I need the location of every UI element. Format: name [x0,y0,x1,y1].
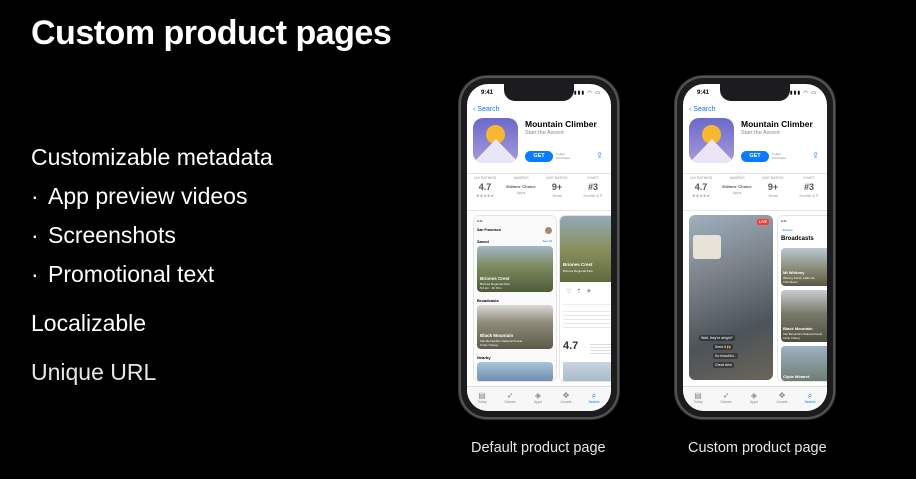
video-thumbnail [693,235,721,259]
back-button[interactable]: ‹ Search [473,106,499,113]
ratings-row: 41K RATINGS 4.7 ★★★★★ AWARDS Editors' Ch… [683,173,827,211]
rating-col: AWARDS Editors' Choice Apps [722,176,752,195]
rating-col: CHART #3 Health & F [799,176,819,198]
bullet-item: Unique URL [31,359,157,385]
bullet-item: · Promotional text [31,261,215,287]
app-store-screen: 9:41 ▮▮▮ ◠ ▭ ‹ Search Mountain Climber S… [467,84,611,411]
search-icon: ⌕ [591,391,597,400]
tab-search[interactable]: ⌕ Search [580,391,608,404]
app-name: Mountain Climber [525,119,597,129]
rating-col: AWARDS Editors' Choice Apps [506,176,536,195]
app-icon [689,118,734,163]
bullet-item: Localizable [31,310,147,336]
status-icons: ▮▮▮ ◠ ▭ [789,90,817,96]
joystick-icon: ✥ [562,391,570,400]
broadcast-card[interactable]: Black Mountain San Bernardino National F… [781,290,827,342]
phone-custom-product-page: 9:41 ▮▮▮ ◠ ▭ ‹ Search Mountain Climber S… [675,76,835,419]
tab-games[interactable]: ➶ Games [712,391,740,404]
app-subtitle: Start the Ascent [525,130,564,136]
status-icons: ▮▮▮ ◠ ▭ [573,90,601,96]
get-button[interactable]: GET [525,151,553,162]
caption-custom-product-page: Custom product page [688,440,827,456]
back-button[interactable]: ‹ Search [689,106,715,113]
screenshot-2: Briones Crest Briones Regional Park ♡ ⇡ … [559,215,611,382]
live-badge: LIVE [757,219,769,225]
app-store-screen: 9:41 ▮▮▮ ◠ ▭ ‹ Search Mountain Climber S… [683,84,827,411]
share-icon[interactable]: ⇪ [812,151,819,160]
layers-icon: ◈ [534,391,542,400]
bullet-item: · Screenshots [31,222,176,248]
screenshot-broadcasts: 9:41 ‹ Browse Broadcasts Mt Whitney Whit… [777,215,827,382]
mountain-icon [689,139,734,163]
screenshot-1: 9:41 San Francisco Saved See All Briones… [473,215,557,382]
get-button[interactable]: GET [741,151,769,162]
bullet-item: Customizable metadata [31,144,273,170]
app-preview-video[interactable]: LIVE Wait, they're alright? Send it 🙌 So… [689,215,773,380]
in-app-purchases-label: In-App Purchases [556,152,571,160]
today-icon: ▤ [694,391,702,400]
layers-icon: ◈ [750,391,758,400]
tab-apps[interactable]: ◈ Apps [524,391,552,404]
tab-games[interactable]: ➶ Games [496,391,524,404]
phone-default-product-page: 9:41 ▮▮▮ ◠ ▭ ‹ Search Mountain Climber S… [459,76,619,419]
phone-notch [504,84,574,101]
share-icon[interactable]: ⇪ [596,151,603,160]
rating-col: CHART #3 Health & F [583,176,603,198]
screenshot-carousel[interactable]: 9:41 San Francisco Saved See All Briones… [473,215,611,385]
today-icon: ▤ [478,391,486,400]
app-name: Mountain Climber [741,119,813,129]
phone-notch [720,84,790,101]
joystick-icon: ✥ [778,391,786,400]
tab-apps[interactable]: ◈ Apps [740,391,768,404]
rocket-icon: ➶ [506,391,514,400]
tab-arcade[interactable]: ✥ Arcade [768,391,796,404]
status-time: 9:41 [481,90,494,96]
broadcast-card[interactable]: Black Mountain San Bernardino National F… [477,305,553,349]
mountain-icon [473,139,518,163]
status-time: 9:41 [697,90,710,96]
tab-bar: ▤ Today ➶ Games ◈ Apps ✥ Arcade ⌕ Search [467,386,611,411]
bullet-item: · App preview videos [31,183,248,209]
tab-arcade[interactable]: ✥ Arcade [552,391,580,404]
caption-default-product-page: Default product page [471,440,606,456]
search-icon: ⌕ [807,391,813,400]
rocket-icon: ➶ [722,391,730,400]
rating-col: AGE RATING 9+ Years [762,176,784,198]
tab-search[interactable]: ⌕ Search [796,391,824,404]
rating-col: 41K RATINGS 4.7 ★★★★★ [689,176,713,198]
saved-trail-card[interactable]: Briones Crest Briones Regional Park 5.6 … [477,246,553,292]
ratings-row: 41K RATINGS 4.7 ★★★★★ AWARDS Editors' Ch… [467,173,611,211]
tab-today[interactable]: ▤ Today [468,391,496,404]
broadcast-card[interactable]: Mt Whitney Whitney Portal, California Ch… [781,248,827,286]
rating-col: AGE RATING 9+ Years [546,176,568,198]
tab-bar: ▤ Today ➶ Games ◈ Apps ✥ Arcade ⌕ Search [683,386,827,411]
broadcast-card[interactable]: Clyde Minaret [781,346,827,381]
in-app-purchases-label: In-App Purchases [772,152,787,160]
app-subtitle: Start the Ascent [741,130,780,136]
screenshot-carousel[interactable]: LIVE Wait, they're alright? Send it 🙌 So… [689,215,827,385]
tab-today[interactable]: ▤ Today [684,391,712,404]
app-icon [473,118,518,163]
rating-col: 41K RATINGS 4.7 ★★★★★ [473,176,497,198]
slide-title: Custom product pages [31,14,392,52]
